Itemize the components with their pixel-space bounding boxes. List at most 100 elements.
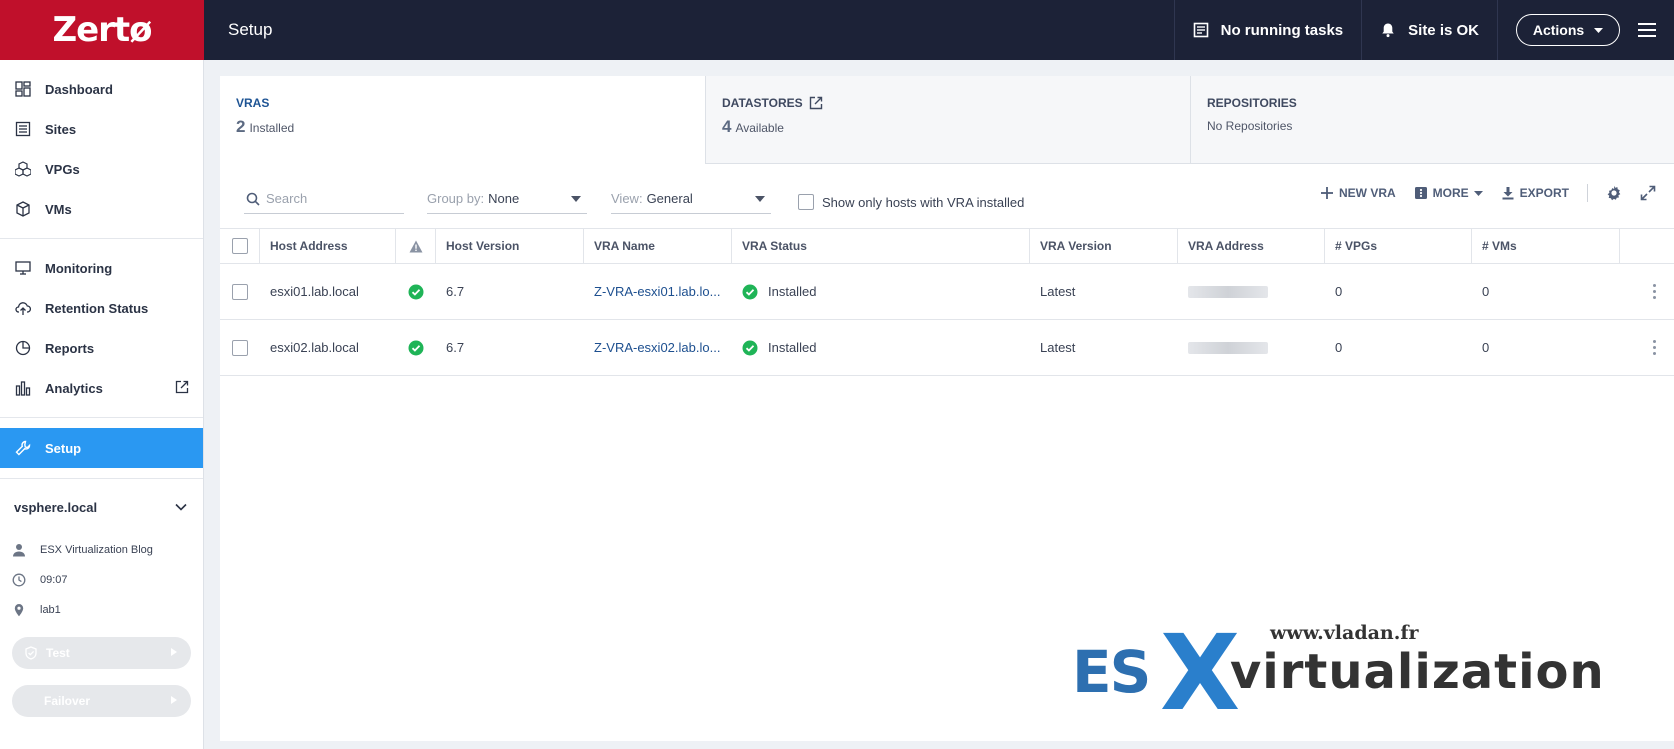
sites-icon: [15, 121, 31, 137]
search-box: [244, 184, 404, 214]
kebab-menu-icon[interactable]: [1653, 340, 1656, 355]
download-icon: [1501, 186, 1515, 200]
sidebar-item-vpgs[interactable]: VPGs: [0, 149, 203, 189]
nav-group-secondary: Monitoring Retention Status Reports Anal…: [0, 239, 203, 418]
row-cell: Z-VRA-esxi02.lab.lo...: [584, 320, 732, 375]
watermark-virtualization: virtualization: [1230, 644, 1605, 700]
card-repositories[interactable]: REPOSITORIES No Repositories: [1190, 76, 1674, 164]
vra-status: Installed: [742, 284, 816, 300]
vpgs-count: 0: [1335, 340, 1343, 355]
search-icon: [246, 192, 260, 206]
show-only-checkbox[interactable]: [798, 194, 814, 210]
failover-button[interactable]: Failover: [12, 685, 191, 717]
row-cell: [1178, 320, 1325, 375]
card-title-text: REPOSITORIES: [1207, 96, 1297, 110]
header-cell: [1620, 229, 1674, 263]
table-header: Host Address Host Version VRA Name VRA S…: [220, 228, 1674, 264]
group-by-select[interactable]: Group by: None: [427, 184, 587, 214]
view-value: General: [646, 191, 693, 206]
location-pin-icon: [12, 603, 26, 617]
vms-count: 0: [1482, 284, 1490, 299]
cloud-upload-icon: [15, 300, 31, 316]
vpgs-count: 0: [1335, 284, 1343, 299]
row-cell: [220, 320, 260, 375]
actions-button[interactable]: Actions: [1516, 14, 1620, 46]
actions-section: Actions: [1497, 0, 1638, 60]
more-icon: [1414, 186, 1428, 200]
sidebar-item-analytics[interactable]: Analytics: [0, 368, 203, 408]
header-vra-status[interactable]: VRA Status: [732, 229, 1030, 263]
sidebar-item-dashboard[interactable]: Dashboard: [0, 69, 203, 109]
header-vra-name[interactable]: VRA Name: [584, 229, 732, 263]
vra-status-label: Installed: [768, 284, 817, 299]
menu-icon[interactable]: [1638, 23, 1668, 37]
table-row[interactable]: esxi02.lab.local 6.7 Z-VRA-esxi02.lab.lo…: [220, 320, 1674, 376]
header-vra-version[interactable]: VRA Version: [1030, 229, 1178, 263]
sidebar-item-setup[interactable]: Setup: [0, 428, 203, 468]
analytics-icon: [15, 380, 31, 396]
page-title: Setup: [228, 20, 273, 39]
test-button[interactable]: Test: [12, 637, 191, 669]
watermark-x: X: [1160, 612, 1241, 734]
row-checkbox[interactable]: [232, 339, 248, 356]
datastores-count: 4: [722, 117, 732, 136]
nav-group-primary: Dashboard Sites VPGs VMs: [0, 60, 203, 239]
show-only-label: Show only hosts with VRA installed: [822, 194, 1025, 210]
export-button[interactable]: EXPORT: [1501, 186, 1569, 200]
row-cell: Installed: [732, 320, 1030, 375]
card-vras[interactable]: VRAS 2 Installed: [220, 76, 705, 164]
check-circle-icon: [742, 284, 758, 300]
header-vpgs[interactable]: # VPGs: [1325, 229, 1472, 263]
check-circle-icon: [408, 284, 424, 300]
kebab-menu-icon[interactable]: [1653, 284, 1656, 299]
check-circle-icon: [408, 340, 424, 356]
vra-status: Installed: [742, 340, 816, 356]
check-circle-icon: [742, 340, 758, 356]
sidebar-item-label: VPGs: [45, 161, 80, 177]
vras-suffix: Installed: [249, 121, 295, 135]
external-link-icon[interactable]: [809, 96, 823, 110]
sidebar-item-sites[interactable]: Sites: [0, 109, 203, 149]
site-selector[interactable]: vsphere.local: [0, 479, 203, 535]
view-select[interactable]: View: General: [611, 184, 771, 214]
gear-icon[interactable]: [1606, 185, 1622, 201]
new-vra-button[interactable]: NEW VRA: [1320, 186, 1396, 200]
tasks-label: No running tasks: [1220, 21, 1344, 39]
sidebar-item-reports[interactable]: Reports: [0, 328, 203, 368]
search-input[interactable]: [266, 191, 396, 206]
sidebar-item-label: Monitoring: [45, 260, 113, 276]
header-vms[interactable]: # VMs: [1472, 229, 1620, 263]
header-host-version[interactable]: Host Version: [436, 229, 584, 263]
more-button[interactable]: MORE: [1414, 186, 1483, 200]
card-datastores[interactable]: DATASTORES 4 Available: [705, 76, 1190, 164]
expand-icon[interactable]: [1640, 185, 1656, 201]
sidebar-item-retention-status[interactable]: Retention Status: [0, 288, 203, 328]
header-host-address[interactable]: Host Address: [260, 229, 396, 263]
row-checkbox[interactable]: [232, 283, 248, 300]
row-cell: Z-VRA-esxi01.lab.lo...: [584, 264, 732, 319]
select-all-checkbox[interactable]: [232, 238, 248, 254]
external-link-icon[interactable]: [175, 380, 189, 394]
sidebar-item-label: Sites: [45, 121, 77, 137]
zerto-logo[interactable]: Zertø: [0, 0, 204, 60]
host-address: esxi01.lab.local: [270, 284, 359, 299]
site-status-indicator[interactable]: Site is OK: [1361, 0, 1497, 60]
sidebar-item-vms[interactable]: VMs: [0, 189, 203, 229]
header-alert[interactable]: [396, 229, 436, 263]
sidebar-item-monitoring[interactable]: Monitoring: [0, 248, 203, 288]
row-cell: [1178, 264, 1325, 319]
esx-virtualization-watermark: www.vladan.fr ES X virtualization: [1072, 612, 1642, 734]
tasks-indicator[interactable]: No running tasks: [1173, 0, 1362, 60]
user-icon: [12, 543, 26, 557]
table-row[interactable]: esxi01.lab.local 6.7 Z-VRA-esxi01.lab.lo…: [220, 264, 1674, 320]
vra-name-link[interactable]: Z-VRA-esxi02.lab.lo...: [594, 340, 720, 355]
vra-name-link[interactable]: Z-VRA-esxi01.lab.lo...: [594, 284, 720, 299]
plus-icon: [1320, 186, 1334, 200]
row-cell: [396, 264, 436, 319]
new-vra-label: NEW VRA: [1338, 186, 1396, 200]
show-only-installed[interactable]: Show only hosts with VRA installed: [798, 194, 1024, 210]
view-label: View:: [611, 191, 643, 206]
card-title-text: DATASTORES: [722, 96, 803, 110]
header-vra-address[interactable]: VRA Address: [1178, 229, 1325, 263]
dashboard-icon: [15, 81, 31, 97]
